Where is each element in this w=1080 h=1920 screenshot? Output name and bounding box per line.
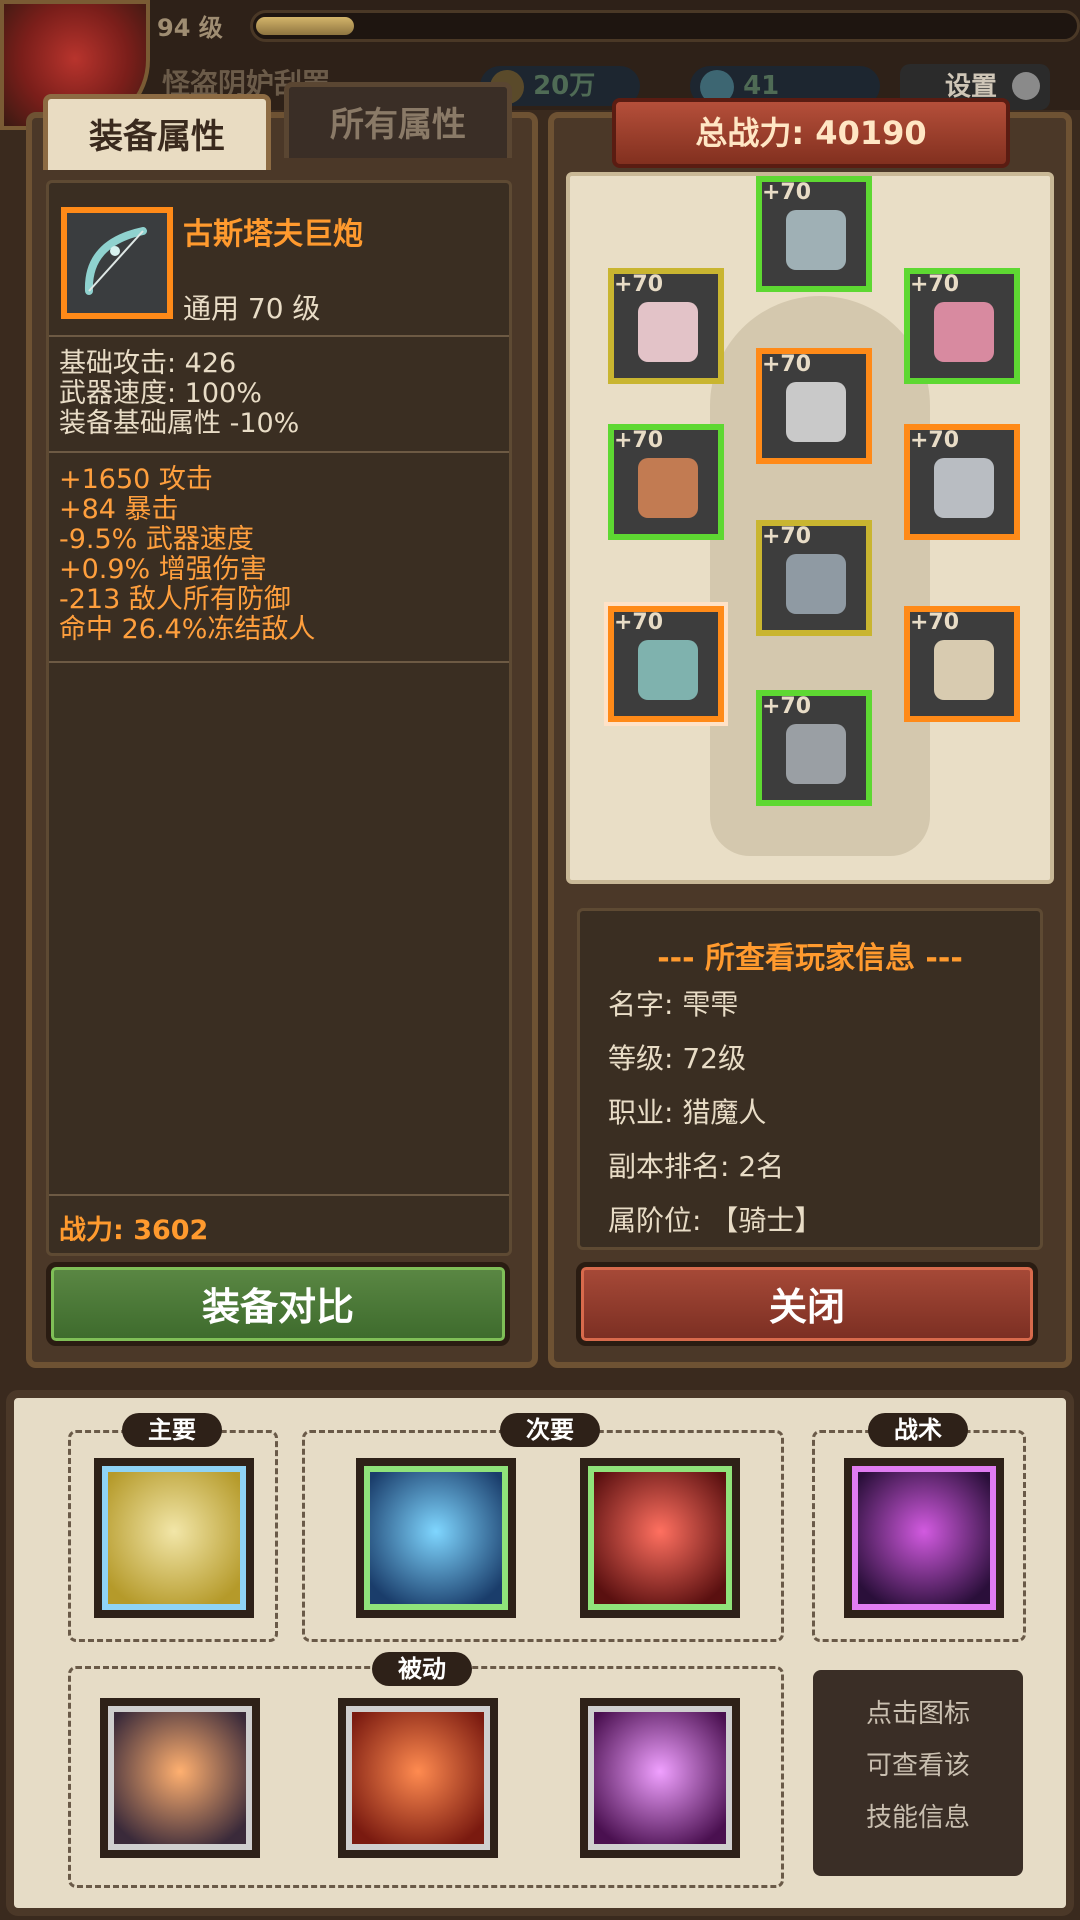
close-button[interactable]: 关闭 bbox=[576, 1262, 1038, 1346]
equip-slot-helmet[interactable]: +70 bbox=[756, 176, 872, 292]
ring-icon bbox=[638, 302, 698, 362]
skill-hint-line: 点击图标 bbox=[865, 1699, 970, 1729]
glove-icon bbox=[934, 458, 994, 518]
affix-line: -213 敌人所有防御 bbox=[59, 584, 291, 615]
player-rank: 副本排名: 2名 bbox=[608, 1150, 785, 1183]
skill-slot[interactable] bbox=[94, 1458, 254, 1618]
pants-icon bbox=[786, 554, 846, 614]
bow-icon bbox=[638, 640, 698, 700]
tab-all-attributes[interactable]: 所有属性 bbox=[284, 82, 512, 158]
equip-level-badge: +70 bbox=[614, 272, 664, 297]
xp-bar bbox=[250, 10, 1080, 42]
player-level: 94 级 bbox=[157, 14, 223, 42]
base-stat-speed: 武器速度: 100% bbox=[59, 378, 262, 409]
divider bbox=[49, 335, 509, 337]
bracer-icon bbox=[638, 458, 698, 518]
skill-slot[interactable] bbox=[580, 1698, 740, 1858]
secondary-skill-2-icon bbox=[588, 1466, 732, 1610]
affix-line: +1650 攻击 bbox=[59, 464, 213, 495]
affix-line: +84 暴击 bbox=[59, 494, 179, 525]
player-info-panel: --- 所查看玩家信息 --- 名字: 雫雫 等级: 72级 职业: 猎魔人 副… bbox=[577, 908, 1043, 1250]
total-power: 总战力: 40190 bbox=[612, 98, 1010, 168]
player-info-title: --- 所查看玩家信息 --- bbox=[657, 941, 963, 976]
divider bbox=[49, 661, 509, 663]
xp-bar-fill bbox=[256, 17, 354, 35]
gem-value: 41 bbox=[743, 71, 780, 101]
passive-skill-3-icon bbox=[588, 1706, 732, 1850]
skill-slot[interactable] bbox=[338, 1698, 498, 1858]
skill-hint-line: 可查看该 bbox=[865, 1751, 970, 1781]
equip-level-badge: +70 bbox=[910, 272, 960, 297]
skill-slot[interactable] bbox=[844, 1458, 1004, 1618]
skill-slot[interactable] bbox=[580, 1458, 740, 1618]
gold-value: 20万 bbox=[533, 71, 596, 101]
divider bbox=[49, 451, 509, 453]
shield-icon bbox=[934, 640, 994, 700]
equip-level-badge: +70 bbox=[614, 428, 664, 453]
skill-slot[interactable] bbox=[100, 1698, 260, 1858]
skill-slot[interactable] bbox=[356, 1458, 516, 1618]
item-name: 古斯塔夫巨炮 bbox=[183, 217, 363, 252]
armor-icon bbox=[786, 382, 846, 442]
player-level-info: 等级: 72级 bbox=[608, 1042, 746, 1075]
gear-icon bbox=[1012, 72, 1040, 100]
player-class: 职业: 猎魔人 bbox=[608, 1096, 767, 1129]
player-name: 名字: 雫雫 bbox=[608, 988, 739, 1021]
tab-equipment-attributes[interactable]: 装备属性 bbox=[43, 94, 271, 170]
item-power: 战力: 3602 bbox=[59, 1215, 209, 1246]
divider bbox=[49, 1194, 509, 1196]
skill-hint-line: 技能信息 bbox=[865, 1803, 970, 1833]
equip-level-badge: +70 bbox=[762, 524, 812, 549]
equip-slot-shield[interactable]: +70 bbox=[904, 606, 1020, 722]
equip-level-badge: +70 bbox=[762, 180, 812, 205]
player-tier: 属阶位: 【骑士】 bbox=[608, 1204, 823, 1237]
equip-level-badge: +70 bbox=[762, 352, 812, 377]
equip-level-badge: +70 bbox=[910, 428, 960, 453]
skill-group-passive-label: 被动 bbox=[372, 1652, 472, 1686]
equip-slot-weapon[interactable]: +70 bbox=[608, 606, 724, 722]
skill-group-tactic-label: 战术 bbox=[868, 1413, 968, 1447]
passive-skill-1-icon bbox=[108, 1706, 252, 1850]
equip-level-badge: +70 bbox=[762, 694, 812, 719]
base-stat-modifier: 装备基础属性 -10% bbox=[59, 408, 300, 439]
equip-slot-armor[interactable]: +70 bbox=[756, 348, 872, 464]
affix-line: +0.9% 增强伤害 bbox=[59, 554, 267, 585]
primary-skill-icon bbox=[102, 1466, 246, 1610]
passive-skill-2-icon bbox=[346, 1706, 490, 1850]
item-icon-box bbox=[61, 207, 173, 319]
affix-line: -9.5% 武器速度 bbox=[59, 524, 254, 555]
base-stat-attack: 基础攻击: 426 bbox=[59, 348, 237, 379]
compare-equipment-button[interactable]: 装备对比 bbox=[46, 1262, 510, 1346]
equipment-slots-area: +70 +70 +70 +70 +70 +70 +70 +70 +70 +70 bbox=[566, 172, 1054, 884]
skill-group-primary-label: 主要 bbox=[122, 1413, 222, 1447]
equip-level-badge: +70 bbox=[910, 610, 960, 635]
equip-slot-necklace[interactable]: +70 bbox=[904, 268, 1020, 384]
secondary-skill-1-icon bbox=[364, 1466, 508, 1610]
equip-slot-glove[interactable]: +70 bbox=[904, 424, 1020, 540]
equip-slot-boots[interactable]: +70 bbox=[756, 690, 872, 806]
boots-icon bbox=[786, 724, 846, 784]
tactic-skill-icon bbox=[852, 1466, 996, 1610]
necklace-icon bbox=[934, 302, 994, 362]
equip-slot-ring[interactable]: +70 bbox=[608, 268, 724, 384]
item-detail-card: 古斯塔夫巨炮 通用 70 级 基础攻击: 426 武器速度: 100% 装备基础… bbox=[46, 180, 512, 1256]
helmet-icon bbox=[786, 210, 846, 270]
skill-group-secondary-label: 次要 bbox=[500, 1413, 600, 1447]
affix-line: 命中 26.4%冻结敌人 bbox=[59, 614, 316, 645]
bow-icon bbox=[84, 227, 147, 295]
equip-level-badge: +70 bbox=[614, 610, 664, 635]
equip-slot-bracer[interactable]: +70 bbox=[608, 424, 724, 540]
equip-slot-pants[interactable]: +70 bbox=[756, 520, 872, 636]
skill-hint: 点击图标 可查看该 技能信息 bbox=[813, 1670, 1023, 1876]
item-type: 通用 70 级 bbox=[183, 292, 321, 325]
